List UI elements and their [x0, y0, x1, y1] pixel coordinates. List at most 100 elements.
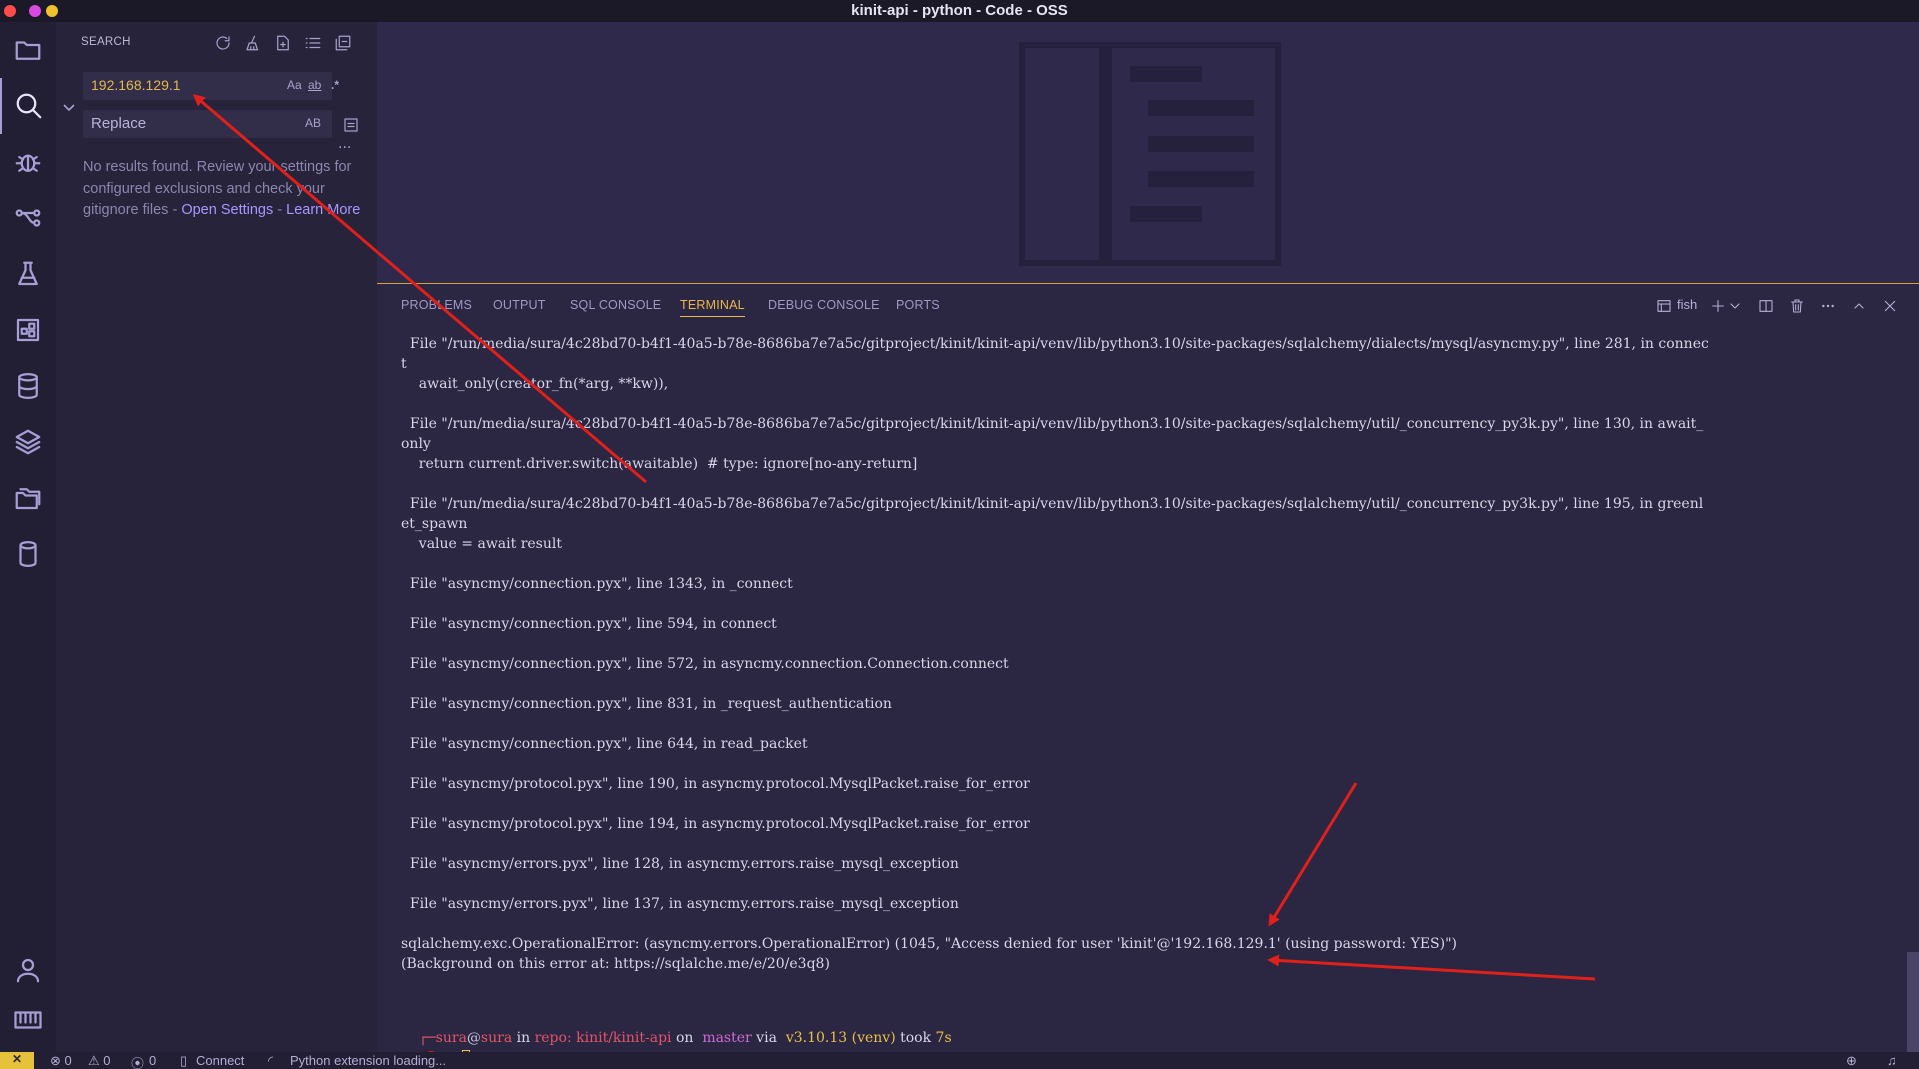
terminal-line: File "asyncmy/protocol.pyx", line 194, i… — [401, 816, 1030, 832]
terminal-line: File "asyncmy/errors.pyx", line 128, in … — [401, 856, 959, 872]
terminal-dropdown-chevron-down-icon[interactable] — [1725, 296, 1745, 316]
replace-input[interactable]: Replace AB — [83, 110, 332, 138]
tab-terminal[interactable]: TERMINAL — [680, 298, 745, 317]
terminal-line: return current.driver.switch(awaitable) … — [401, 456, 918, 472]
connect-button[interactable]: Connect — [196, 1053, 244, 1068]
keyboard-icon[interactable] — [0, 992, 56, 1048]
terminal-line: File "/run/media/sura/4c28bd70-b4f1-40a5… — [401, 416, 1704, 432]
terminal-shell-label[interactable]: fish — [1677, 297, 1697, 312]
terminal-line: File "asyncmy/connection.pyx", line 644,… — [401, 736, 808, 752]
prompt-took: took — [895, 1030, 936, 1046]
zoom-icon[interactable]: ⊕ — [1846, 1053, 1857, 1069]
search-input[interactable]: 192.168.129.1 Aa ab .* — [83, 72, 339, 100]
terminal-output[interactable]: File "/run/media/sura/4c28bd70-b4f1-40a5… — [401, 334, 1901, 974]
explorer-icon[interactable] — [0, 22, 56, 78]
prompt-repo: repo: kinit/kinit-api — [534, 1030, 672, 1046]
split-terminal-icon[interactable] — [1756, 296, 1776, 316]
tab-debug-console[interactable]: DEBUG CONSOLE — [768, 298, 880, 312]
refresh-icon[interactable] — [212, 32, 234, 54]
status-bar: ✕ ⊗ 0 ⚠ 0 ⦿ 0 ▯ Connect ◜ Python extensi… — [0, 1052, 1919, 1069]
terminal-line: value = await result — [401, 536, 562, 552]
terminal-line: File "/run/media/sura/4c28bd70-b4f1-40a5… — [401, 336, 1709, 352]
prompt-via: via — [751, 1030, 786, 1046]
match-case-toggle[interactable]: Aa — [287, 78, 302, 92]
open-settings-link[interactable]: Open Settings — [181, 202, 273, 218]
python-extension-status[interactable]: Python extension loading... — [290, 1053, 446, 1068]
tab-ports[interactable]: PORTS — [896, 298, 940, 312]
ports-radio-icon[interactable]: ⦿ — [131, 1053, 144, 1069]
clear-results-icon[interactable] — [242, 32, 264, 54]
extensions-icon[interactable] — [0, 302, 56, 358]
learn-more-link[interactable]: Learn More — [286, 202, 360, 218]
new-search-editor-icon[interactable] — [272, 32, 294, 54]
terminal-line: File "asyncmy/connection.pyx", line 572,… — [401, 656, 1009, 672]
prompt-in: in — [512, 1030, 535, 1046]
editor-area — [377, 22, 1919, 283]
kill-terminal-trash-icon[interactable] — [1787, 296, 1807, 316]
database-connect-icon[interactable]: ▯ — [180, 1053, 187, 1069]
account-icon[interactable] — [0, 942, 56, 998]
tab-output[interactable]: OUTPUT — [493, 298, 546, 312]
replace-all-icon[interactable] — [340, 114, 362, 136]
notifications-bell-icon[interactable]: ♫ — [1887, 1053, 1897, 1068]
prompt-duration: 7s — [935, 1030, 952, 1046]
toggle-replace-chevron-down-icon[interactable] — [62, 100, 76, 114]
search-input-value: 192.168.129.1 — [91, 77, 181, 93]
source-control-icon[interactable] — [0, 190, 56, 246]
terminal-line: File "asyncmy/errors.pyx", line 137, in … — [401, 896, 959, 912]
prompt-on: on — [671, 1030, 703, 1046]
prompt-host: sura — [480, 1030, 513, 1046]
collapse-all-icon[interactable] — [332, 32, 354, 54]
preserve-case-toggle[interactable]: AB — [305, 116, 321, 130]
terminal-line: only — [401, 436, 431, 452]
remote-indicator-button[interactable]: ✕ — [0, 1052, 34, 1069]
terminal-line: (Background on this error at: https://sq… — [401, 956, 830, 972]
terminal-line: t — [401, 356, 407, 372]
sidebar-heading: SEARCH — [81, 36, 131, 48]
title-bar: kinit-api - python - Code - OSS — [0, 0, 1919, 22]
tab-problems[interactable]: PROBLEMS — [401, 298, 472, 312]
terminal-line: File "asyncmy/protocol.pyx", line 190, i… — [401, 776, 1030, 792]
testing-icon[interactable] — [0, 246, 56, 302]
forwarded-ports-count[interactable]: 0 — [149, 1053, 156, 1068]
project-manager-icon[interactable] — [0, 470, 56, 526]
terminal-line: File "/run/media/sura/4c28bd70-b4f1-40a5… — [401, 496, 1704, 512]
activity-bar — [0, 22, 56, 1052]
no-results-message: No results found. Review your settings f… — [83, 157, 373, 222]
toggle-search-details-button[interactable]: ··· — [338, 140, 351, 156]
use-regex-toggle[interactable]: .* — [331, 78, 339, 92]
terminal-line: File "asyncmy/connection.pyx", line 1343… — [401, 576, 793, 592]
sql-database-icon[interactable] — [0, 526, 56, 582]
problems-errors-count[interactable]: ⊗ 0 — [50, 1053, 72, 1069]
view-as-tree-icon[interactable] — [302, 32, 324, 54]
layers-icon[interactable] — [0, 414, 56, 470]
database-icon[interactable] — [0, 358, 56, 414]
match-whole-word-toggle[interactable]: ab — [308, 78, 321, 92]
close-panel-icon[interactable] — [1880, 296, 1900, 316]
editor-watermark-logo-icon — [1019, 42, 1281, 266]
more-actions-icon[interactable] — [1818, 296, 1838, 316]
terminal-line: await_only(creator_fn(*arg, **kw)), — [401, 376, 669, 392]
debug-icon[interactable] — [0, 134, 56, 190]
search-icon[interactable] — [0, 78, 56, 134]
search-sidebar: SEARCH 192.168.129.1 Aa ab .* Replace AB… — [56, 22, 377, 1052]
tab-sql-console[interactable]: SQL CONSOLE — [570, 298, 661, 312]
bottom-panel: PROBLEMS OUTPUT SQL CONSOLE TERMINAL DEB… — [377, 284, 1919, 1067]
terminal-icon[interactable] — [1654, 296, 1674, 316]
loading-spinner-icon: ◜ — [268, 1053, 274, 1068]
terminal-scrollbar[interactable] — [1907, 952, 1919, 1052]
problems-warnings-count[interactable]: ⚠ 0 — [88, 1053, 111, 1069]
maximize-panel-chevron-up-icon[interactable] — [1849, 296, 1869, 316]
replace-placeholder: Replace — [91, 115, 147, 132]
